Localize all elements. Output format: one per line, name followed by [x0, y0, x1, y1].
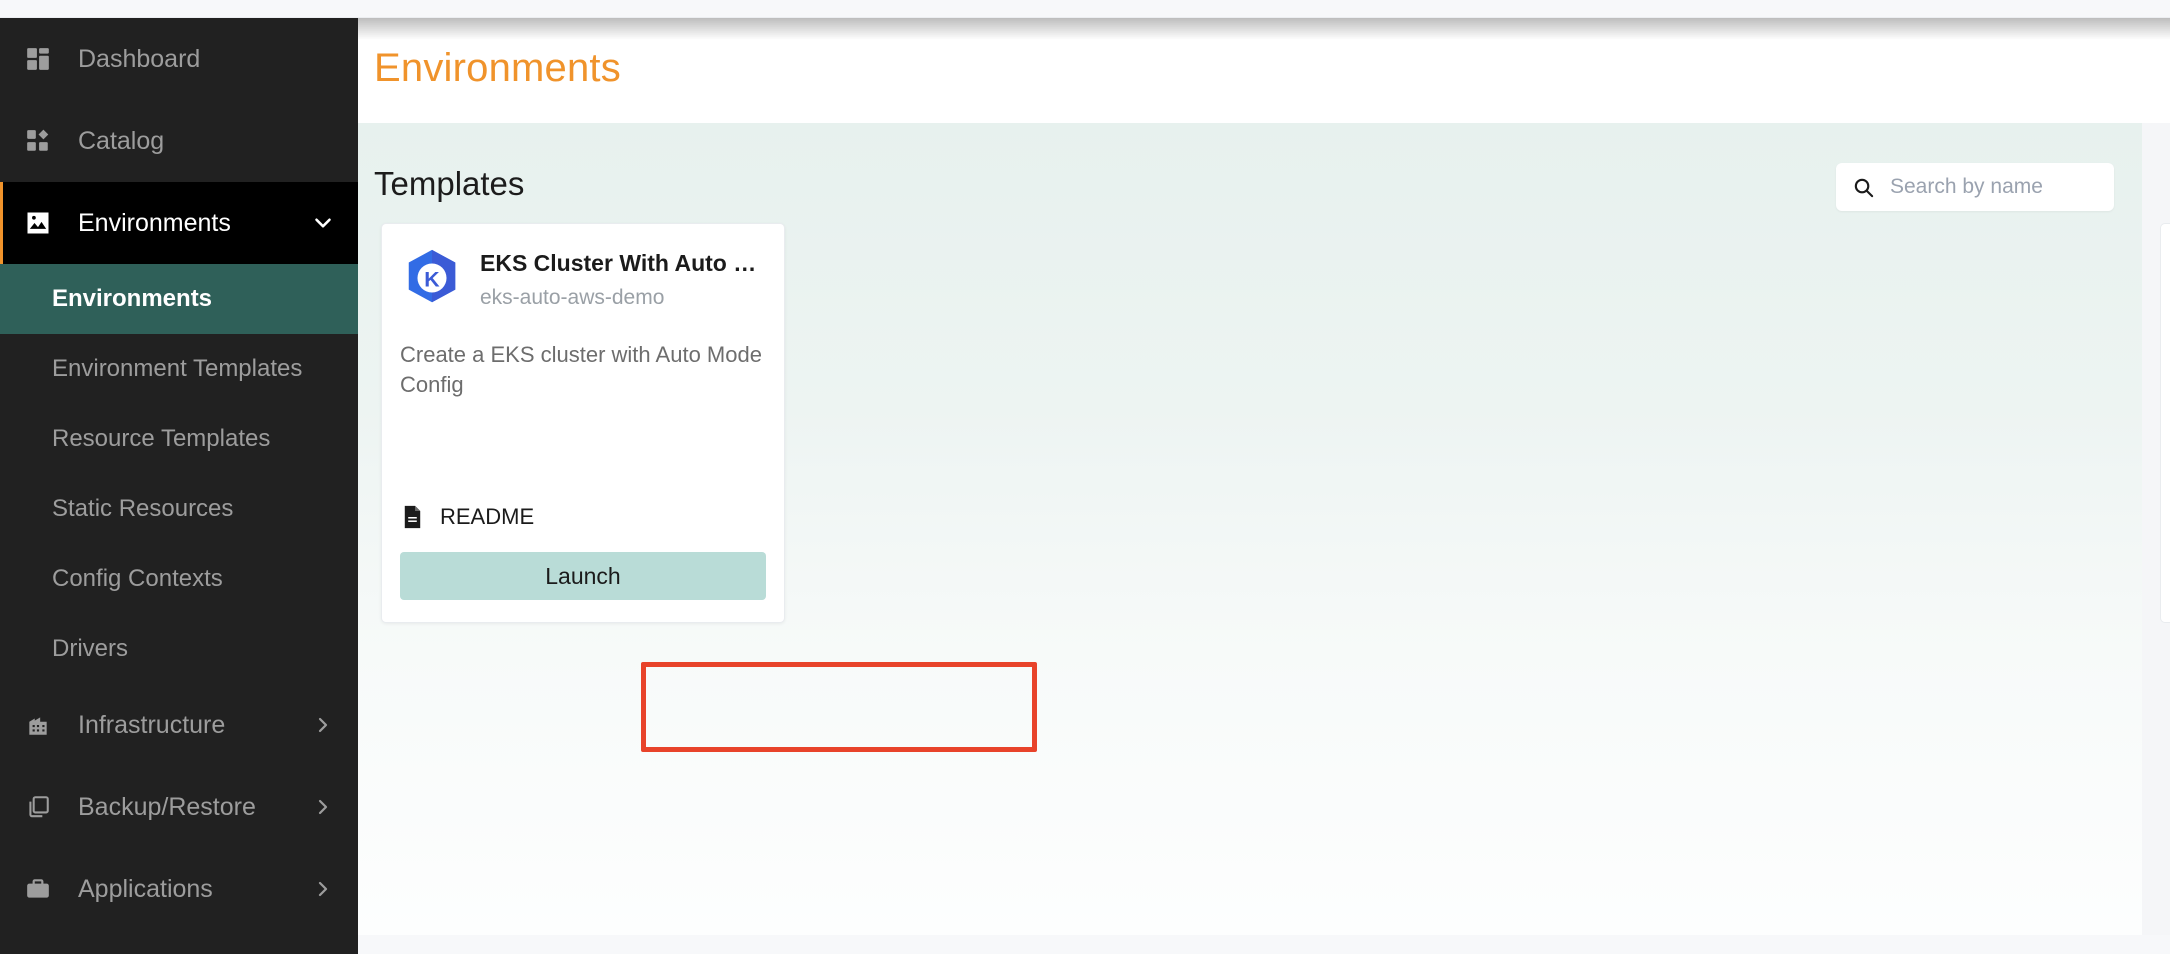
search-icon — [1850, 174, 1876, 200]
sidebar-subitem-drivers[interactable]: Drivers — [0, 614, 358, 684]
main-content: Environments You can create your develop… — [358, 18, 2170, 954]
svg-text:K: K — [424, 268, 440, 292]
sidebar-subitem-label: Config Contexts — [52, 565, 223, 593]
sidebar-subitem-label: Environment Templates — [52, 355, 303, 383]
page-bottom-bar — [358, 935, 2170, 954]
template-card-slug: eks-auto-aws-demo — [480, 286, 665, 309]
highlight-annotation-launch — [641, 662, 1037, 752]
sidebar-subitem-label: Drivers — [52, 635, 128, 663]
sidebar-subitem-static-resources[interactable]: Static Resources — [0, 474, 358, 544]
adjacent-panel-card-edge — [2160, 223, 2170, 623]
sidebar-item-backup-restore[interactable]: Backup/Restore — [0, 766, 358, 848]
sidebar-subitem-resource-templates[interactable]: Resource Templates — [0, 404, 358, 474]
sidebar-item-label: Dashboard — [78, 44, 201, 73]
copy-icon — [22, 791, 54, 823]
sidebar-item-catalog[interactable]: Catalog — [0, 100, 358, 182]
chevron-down-icon[interactable] — [306, 206, 340, 240]
app-root: Dashboard Catalog Environments Environme… — [0, 0, 2170, 954]
chevron-right-icon[interactable] — [306, 872, 340, 906]
sidebar-item-label: Environments — [78, 208, 231, 237]
sidebar-subitem-config-contexts[interactable]: Config Contexts — [0, 544, 358, 614]
sidebar-navigation: Dashboard Catalog Environments Environme… — [0, 18, 358, 954]
template-card-description: Create a EKS cluster with Auto Mode Conf… — [400, 342, 762, 397]
sidebar-item-label: Applications — [78, 874, 213, 903]
search-input[interactable] — [1890, 175, 2100, 199]
briefcase-icon — [22, 873, 54, 905]
template-card-footer: Launch — [382, 540, 784, 622]
sidebar-item-dashboard[interactable]: Dashboard — [0, 18, 358, 100]
sidebar-subitem-label: Environments — [52, 285, 213, 313]
launch-button[interactable]: Launch — [400, 552, 766, 600]
sidebar-item-label: Catalog — [78, 126, 165, 155]
chevron-right-icon[interactable] — [306, 790, 340, 824]
template-card-header: K EKS Cluster With Auto Mode Confi... ek… — [382, 224, 784, 310]
sidebar-item-label: Infrastructure — [78, 710, 226, 739]
sidebar-item-infrastructure[interactable]: Infrastructure — [0, 684, 358, 766]
sidebar-subitem-environment-templates[interactable]: Environment Templates — [0, 334, 358, 404]
template-readme-label: README — [440, 504, 535, 529]
sidebar-item-environments[interactable]: Environments — [0, 182, 358, 264]
chevron-right-icon[interactable] — [306, 708, 340, 742]
page-title: Environments — [374, 46, 621, 90]
window-top-strip — [0, 0, 2170, 18]
template-card[interactable]: K EKS Cluster With Auto Mode Confi... ek… — [381, 223, 785, 623]
template-readme-link[interactable]: README — [382, 504, 784, 540]
search-by-name-box[interactable] — [1836, 163, 2114, 211]
dashboard-icon — [22, 43, 54, 75]
document-icon — [400, 504, 424, 530]
building-icon — [22, 709, 54, 741]
sidebar-subitem-label: Static Resources — [52, 495, 234, 523]
sidebar-subitem-environments[interactable]: Environments — [0, 264, 358, 334]
template-card-title: EKS Cluster With Auto Mode Confi... — [480, 250, 766, 276]
catalog-icon — [22, 125, 54, 157]
environments-icon — [22, 207, 54, 239]
sidebar-item-label: Backup/Restore — [78, 792, 256, 821]
sidebar-subitem-label: Resource Templates — [52, 425, 271, 453]
templates-panel: Templates Search by name K EKS Cluster W… — [358, 123, 2142, 935]
kubernetes-logo-icon: K — [400, 246, 464, 310]
templates-heading: Templates — [374, 165, 525, 202]
sidebar-item-applications[interactable]: Applications — [0, 848, 358, 930]
